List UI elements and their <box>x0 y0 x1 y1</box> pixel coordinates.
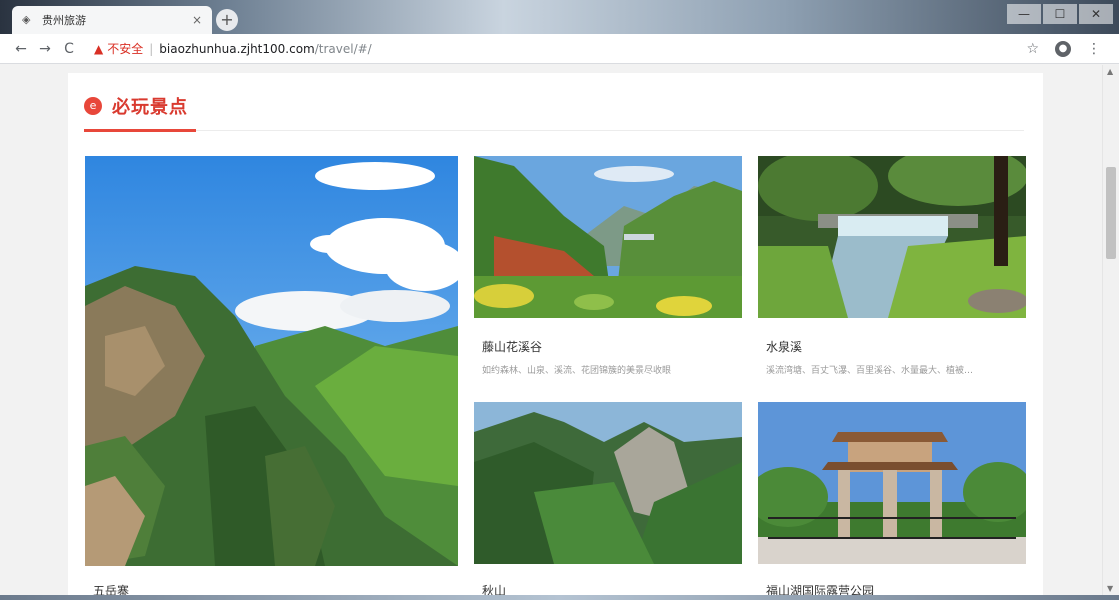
close-window-button[interactable]: ✕ <box>1079 4 1113 24</box>
minimize-button[interactable]: — <box>1007 4 1041 24</box>
browser-toolbar: ← → C ▲ 不安全 | biaozhunhua.zjht100.com /t… <box>0 34 1119 64</box>
valley-photo <box>474 156 742 318</box>
address-bar[interactable]: ▲ 不安全 | biaozhunhua.zjht100.com /travel/… <box>94 40 1026 57</box>
profile-avatar-icon[interactable]: ● <box>1055 40 1071 57</box>
page-favicon-icon: ◈ <box>22 13 31 26</box>
window-controls: — ☐ ✕ <box>1007 4 1113 24</box>
security-status[interactable]: 不安全 <box>107 40 143 57</box>
scroll-up-icon[interactable]: ▲ <box>1107 67 1113 76</box>
spot-image-qiushan[interactable] <box>474 402 742 564</box>
browser-tab-bar: ◈ 贵州旅游 × + — ☐ ✕ <box>0 0 1119 34</box>
spot-name[interactable]: 藤山花溪谷 <box>482 338 542 355</box>
peaks-photo <box>474 402 742 564</box>
browser-menu-icon[interactable]: ⋮ <box>1087 41 1101 57</box>
section-divider <box>84 130 1024 131</box>
taskbar-strip <box>0 595 1119 600</box>
browser-tab[interactable]: ◈ 贵州旅游 × <box>12 6 212 34</box>
maximize-button[interactable]: ☐ <box>1043 4 1077 24</box>
spot-name[interactable]: 水泉溪 <box>766 338 802 355</box>
spot-description: 如约森林、山泉、溪流、花团锦簇的美景尽收眼 <box>482 366 672 376</box>
scrollbar-thumb[interactable] <box>1106 167 1116 259</box>
attractions-section: e 必玩景点 五岳寨 藤山花溪谷 如约森林、山泉、溪流、花团锦簇的美景尽收眼 水… <box>68 73 1043 595</box>
spot-image-shuiquanxi[interactable] <box>758 156 1026 318</box>
spot-image-fushanhu[interactable] <box>758 402 1026 564</box>
page-viewport: e 必玩景点 五岳寨 藤山花溪谷 如约森林、山泉、溪流、花团锦簇的美景尽收眼 水… <box>0 65 1102 595</box>
spot-name[interactable]: 五岳寨 <box>93 582 129 595</box>
section-header: e 必玩景点 <box>84 93 188 119</box>
bookmark-star-icon[interactable]: ☆ <box>1026 41 1039 57</box>
warning-icon: ▲ <box>94 41 104 56</box>
waterfall-photo <box>758 156 1026 318</box>
page-scrollbar[interactable]: ▲ ▼ <box>1102 65 1119 595</box>
address-separator: | <box>149 41 154 56</box>
spot-card-wuyuezhai[interactable]: 五岳寨 <box>85 156 458 595</box>
spot-name[interactable]: 秋山 <box>482 582 506 595</box>
scroll-down-icon[interactable]: ▼ <box>1107 584 1113 593</box>
url-path: /travel/#/ <box>314 41 372 56</box>
spot-card-qiushan[interactable]: 秋山 <box>474 402 742 595</box>
forward-button[interactable]: → <box>34 41 56 57</box>
section-logo-icon: e <box>84 97 102 115</box>
spot-card-fushanhu[interactable]: 福山湖国际露营公园 <box>758 402 1026 595</box>
back-button[interactable]: ← <box>10 41 32 57</box>
new-tab-button[interactable]: + <box>216 9 238 31</box>
section-title-underline <box>84 129 196 132</box>
spot-name[interactable]: 福山湖国际露营公园 <box>766 582 874 595</box>
tab-close-icon[interactable]: × <box>192 13 202 27</box>
mountain-photo <box>85 156 458 566</box>
toolbar-actions: ☆ ● ⋮ <box>1026 40 1101 57</box>
spot-image-wuyuezhai[interactable] <box>85 156 458 566</box>
archway-photo <box>758 402 1026 564</box>
tab-title: 贵州旅游 <box>42 14 86 27</box>
url-host: biaozhunhua.zjht100.com <box>159 41 315 56</box>
reload-button[interactable]: C <box>58 41 80 57</box>
spot-card-tengshan[interactable]: 藤山花溪谷 如约森林、山泉、溪流、花团锦簇的美景尽收眼 <box>474 156 742 386</box>
spot-card-shuiquanxi[interactable]: 水泉溪 溪流湾塘、百丈飞瀑、百里溪谷、水量最大、植被… <box>758 156 1026 386</box>
section-title: 必玩景点 <box>112 97 188 118</box>
spot-description: 溪流湾塘、百丈飞瀑、百里溪谷、水量最大、植被… <box>766 366 974 376</box>
spot-image-tengshan[interactable] <box>474 156 742 318</box>
